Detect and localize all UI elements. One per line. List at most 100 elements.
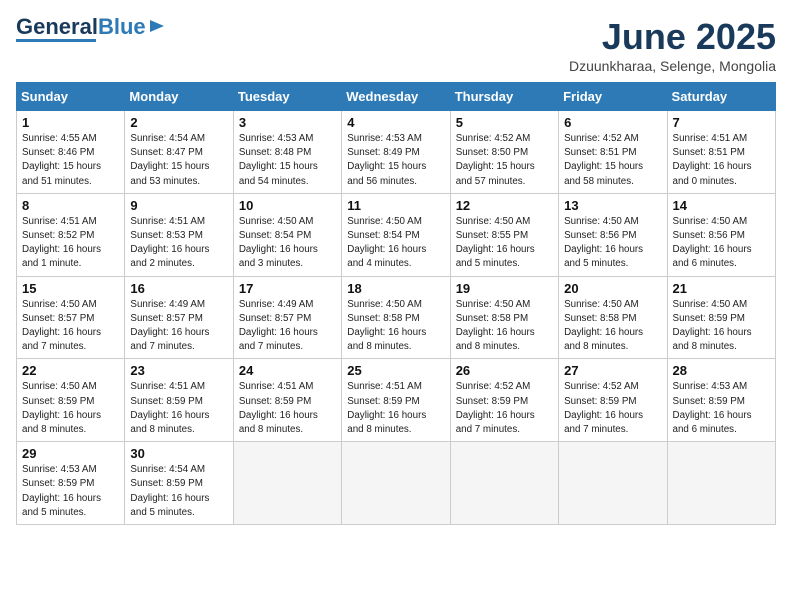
calendar-week-row: 29 Sunrise: 4:53 AM Sunset: 8:59 PM Dayli… <box>17 442 776 525</box>
calendar-cell: 15 Sunrise: 4:50 AM Sunset: 8:57 PM Dayli… <box>17 276 125 359</box>
day-number: 20 <box>564 281 661 296</box>
day-info: Sunrise: 4:52 AM Sunset: 8:51 PM Dayligh… <box>564 132 661 189</box>
page-header: GeneralBlue June 2025 Dzuunkharaa, Selen… <box>16 16 776 74</box>
calendar-cell: 25Sunrise: 4:51 AM Sunset: 8:59 PM Dayli… <box>342 359 450 442</box>
calendar-week-row: 8 Sunrise: 4:51 AM Sunset: 8:52 PM Daylig… <box>17 193 776 276</box>
col-header-thursday: Thursday <box>450 83 558 111</box>
day-info: Sunrise: 4:50 AM Sunset: 8:54 PM Dayligh… <box>239 215 336 272</box>
day-number: 18 <box>347 281 444 296</box>
day-number: 17 <box>239 281 336 296</box>
logo: GeneralBlue <box>16 16 166 42</box>
day-number: 22 <box>22 363 119 378</box>
day-info: Sunrise: 4:50 AM Sunset: 8:58 PM Dayligh… <box>347 298 444 355</box>
calendar-cell: 27 Sunrise: 4:52 AM Sunset: 8:59 PM Dayli… <box>559 359 667 442</box>
day-number: 8 <box>22 198 119 213</box>
calendar-table: SundayMondayTuesdayWednesdayThursdayFrid… <box>16 82 776 525</box>
day-number: 1 <box>22 115 119 130</box>
calendar-header-row: SundayMondayTuesdayWednesdayThursdayFrid… <box>17 83 776 111</box>
day-number: 23 <box>130 363 227 378</box>
day-info: Sunrise: 4:51 AM Sunset: 8:52 PM Dayligh… <box>22 215 119 272</box>
calendar-cell: 1 Sunrise: 4:55 AM Sunset: 8:46 PM Daylig… <box>17 111 125 194</box>
day-number: 21 <box>673 281 770 296</box>
col-header-tuesday: Tuesday <box>233 83 341 111</box>
day-number: 25 <box>347 363 444 378</box>
calendar-cell: 17 Sunrise: 4:49 AM Sunset: 8:57 PM Dayli… <box>233 276 341 359</box>
month-year-title: June 2025 <box>569 16 776 58</box>
day-info: Sunrise: 4:50 AM Sunset: 8:59 PM Dayligh… <box>22 380 119 437</box>
day-info: Sunrise: 4:52 AM Sunset: 8:50 PM Dayligh… <box>456 132 553 189</box>
day-number: 11 <box>347 198 444 213</box>
calendar-cell: 5 Sunrise: 4:52 AM Sunset: 8:50 PM Daylig… <box>450 111 558 194</box>
day-info: Sunrise: 4:50 AM Sunset: 8:56 PM Dayligh… <box>564 215 661 272</box>
day-info: Sunrise: 4:51 AM Sunset: 8:51 PM Dayligh… <box>673 132 770 189</box>
day-number: 3 <box>239 115 336 130</box>
day-info: Sunrise: 4:53 AM Sunset: 8:48 PM Dayligh… <box>239 132 336 189</box>
day-info: Sunrise: 4:52 AM Sunset: 8:59 PM Dayligh… <box>564 380 661 437</box>
calendar-cell: 22 Sunrise: 4:50 AM Sunset: 8:59 PM Dayli… <box>17 359 125 442</box>
day-number: 14 <box>673 198 770 213</box>
day-number: 15 <box>22 281 119 296</box>
calendar-cell: 18 Sunrise: 4:50 AM Sunset: 8:58 PM Dayli… <box>342 276 450 359</box>
calendar-cell: 3 Sunrise: 4:53 AM Sunset: 8:48 PM Daylig… <box>233 111 341 194</box>
day-number: 10 <box>239 198 336 213</box>
day-number: 28 <box>673 363 770 378</box>
calendar-cell: 11Sunrise: 4:50 AM Sunset: 8:54 PM Dayli… <box>342 193 450 276</box>
calendar-week-row: 15 Sunrise: 4:50 AM Sunset: 8:57 PM Dayli… <box>17 276 776 359</box>
location-subtitle: Dzuunkharaa, Selenge, Mongolia <box>569 58 776 74</box>
day-info: Sunrise: 4:54 AM Sunset: 8:59 PM Dayligh… <box>130 463 227 520</box>
day-info: Sunrise: 4:50 AM Sunset: 8:56 PM Dayligh… <box>673 215 770 272</box>
calendar-cell: 6Sunrise: 4:52 AM Sunset: 8:51 PM Daylig… <box>559 111 667 194</box>
col-header-saturday: Saturday <box>667 83 775 111</box>
day-info: Sunrise: 4:53 AM Sunset: 8:49 PM Dayligh… <box>347 132 444 189</box>
day-info: Sunrise: 4:50 AM Sunset: 8:59 PM Dayligh… <box>673 298 770 355</box>
calendar-cell: 30 Sunrise: 4:54 AM Sunset: 8:59 PM Dayli… <box>125 442 233 525</box>
col-header-friday: Friday <box>559 83 667 111</box>
col-header-monday: Monday <box>125 83 233 111</box>
col-header-sunday: Sunday <box>17 83 125 111</box>
day-info: Sunrise: 4:51 AM Sunset: 8:59 PM Dayligh… <box>239 380 336 437</box>
calendar-cell: 24 Sunrise: 4:51 AM Sunset: 8:59 PM Dayli… <box>233 359 341 442</box>
title-block: June 2025 Dzuunkharaa, Selenge, Mongolia <box>569 16 776 74</box>
calendar-cell: 26 Sunrise: 4:52 AM Sunset: 8:59 PM Dayli… <box>450 359 558 442</box>
logo-text: GeneralBlue <box>16 16 146 38</box>
calendar-cell: 7Sunrise: 4:51 AM Sunset: 8:51 PM Daylig… <box>667 111 775 194</box>
day-info: Sunrise: 4:53 AM Sunset: 8:59 PM Dayligh… <box>673 380 770 437</box>
day-number: 26 <box>456 363 553 378</box>
calendar-week-row: 1 Sunrise: 4:55 AM Sunset: 8:46 PM Daylig… <box>17 111 776 194</box>
day-info: Sunrise: 4:50 AM Sunset: 8:58 PM Dayligh… <box>564 298 661 355</box>
day-number: 5 <box>456 115 553 130</box>
day-number: 9 <box>130 198 227 213</box>
day-info: Sunrise: 4:54 AM Sunset: 8:47 PM Dayligh… <box>130 132 227 189</box>
day-number: 29 <box>22 446 119 461</box>
day-info: Sunrise: 4:49 AM Sunset: 8:57 PM Dayligh… <box>130 298 227 355</box>
calendar-cell <box>559 442 667 525</box>
calendar-cell: 2Sunrise: 4:54 AM Sunset: 8:47 PM Daylig… <box>125 111 233 194</box>
day-number: 12 <box>456 198 553 213</box>
day-info: Sunrise: 4:49 AM Sunset: 8:57 PM Dayligh… <box>239 298 336 355</box>
day-info: Sunrise: 4:50 AM Sunset: 8:58 PM Dayligh… <box>456 298 553 355</box>
day-info: Sunrise: 4:51 AM Sunset: 8:53 PM Dayligh… <box>130 215 227 272</box>
calendar-cell: 23Sunrise: 4:51 AM Sunset: 8:59 PM Dayli… <box>125 359 233 442</box>
day-info: Sunrise: 4:50 AM Sunset: 8:57 PM Dayligh… <box>22 298 119 355</box>
calendar-cell: 13 Sunrise: 4:50 AM Sunset: 8:56 PM Dayli… <box>559 193 667 276</box>
calendar-cell: 8 Sunrise: 4:51 AM Sunset: 8:52 PM Daylig… <box>17 193 125 276</box>
calendar-cell: 4Sunrise: 4:53 AM Sunset: 8:49 PM Daylig… <box>342 111 450 194</box>
day-number: 19 <box>456 281 553 296</box>
day-number: 13 <box>564 198 661 213</box>
day-info: Sunrise: 4:55 AM Sunset: 8:46 PM Dayligh… <box>22 132 119 189</box>
calendar-cell: 10 Sunrise: 4:50 AM Sunset: 8:54 PM Dayli… <box>233 193 341 276</box>
calendar-cell <box>667 442 775 525</box>
calendar-cell: 16 Sunrise: 4:49 AM Sunset: 8:57 PM Dayli… <box>125 276 233 359</box>
day-number: 27 <box>564 363 661 378</box>
calendar-cell: 28 Sunrise: 4:53 AM Sunset: 8:59 PM Dayli… <box>667 359 775 442</box>
col-header-wednesday: Wednesday <box>342 83 450 111</box>
calendar-cell <box>233 442 341 525</box>
day-number: 24 <box>239 363 336 378</box>
calendar-cell: 21 Sunrise: 4:50 AM Sunset: 8:59 PM Dayli… <box>667 276 775 359</box>
calendar-cell: 20 Sunrise: 4:50 AM Sunset: 8:58 PM Dayli… <box>559 276 667 359</box>
day-info: Sunrise: 4:52 AM Sunset: 8:59 PM Dayligh… <box>456 380 553 437</box>
day-info: Sunrise: 4:53 AM Sunset: 8:59 PM Dayligh… <box>22 463 119 520</box>
day-number: 30 <box>130 446 227 461</box>
calendar-cell: 9 Sunrise: 4:51 AM Sunset: 8:53 PM Daylig… <box>125 193 233 276</box>
day-number: 16 <box>130 281 227 296</box>
